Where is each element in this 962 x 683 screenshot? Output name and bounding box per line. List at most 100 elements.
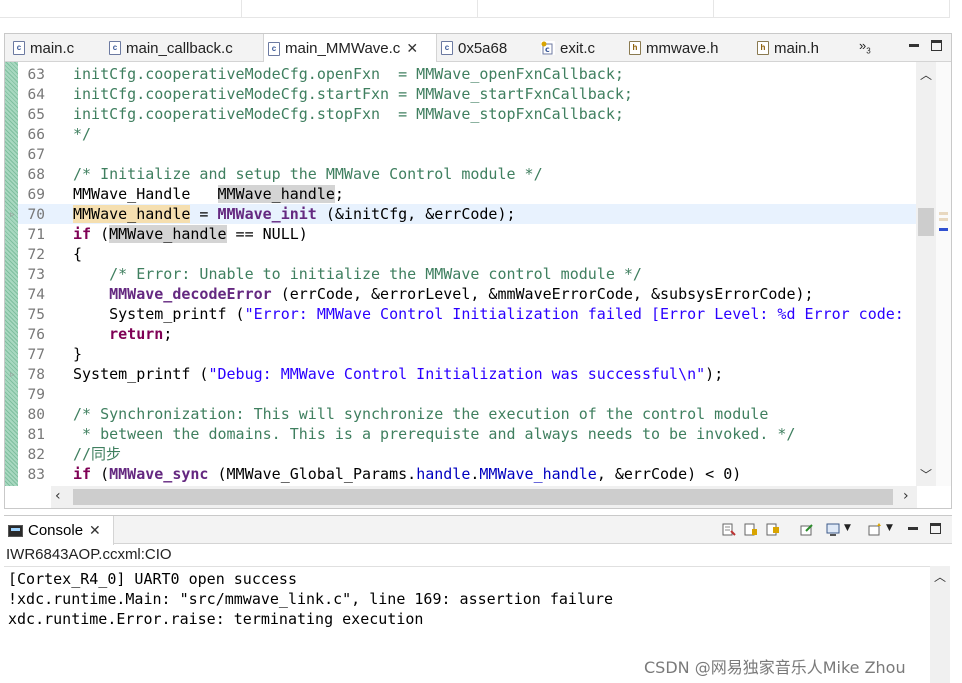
code-line[interactable]: 68 /* Initialize and setup the MMWave Con… <box>18 164 916 184</box>
chevron-down-icon[interactable]: ﹀ <box>920 466 932 483</box>
clear-console-icon[interactable] <box>722 523 736 536</box>
maximize-icon[interactable] <box>930 523 941 534</box>
code-line[interactable]: 63 initCfg.cooperativeModeCfg.openFxn = M… <box>18 64 916 84</box>
code-line[interactable]: 72 { <box>18 244 916 264</box>
tab-exit-c[interactable]: c exit.c <box>537 34 625 62</box>
chevron-up-icon[interactable]: ︿ <box>934 568 946 585</box>
tab-mmwave-h[interactable]: h mmwave.h <box>625 34 753 62</box>
editor-vertical-scrollbar[interactable]: ︿ ﹀ <box>916 62 936 486</box>
chevron-up-icon[interactable]: ︿ <box>920 66 932 83</box>
c-file-icon: c <box>109 41 121 55</box>
annotation-mark[interactable] <box>939 218 948 221</box>
code-line[interactable]: 65 initCfg.cooperativeModeCfg.stopFxn = M… <box>18 104 916 124</box>
tab-main-mmwave-c[interactable]: c main_MMWave.c ✕ <box>263 34 437 63</box>
code-text: initCfg.cooperativeModeCfg.startFxn = MM… <box>73 85 633 103</box>
code-comment: /* Synchronization: This will synchroniz… <box>73 405 769 423</box>
table-cell <box>478 0 714 18</box>
tab-main-h[interactable]: h main.h <box>753 34 849 62</box>
keyword: if <box>73 465 92 483</box>
line-number: 80 <box>27 407 45 423</box>
code-line[interactable]: 64 initCfg.cooperativeModeCfg.startFxn = … <box>18 84 916 104</box>
chevron-right-icon[interactable]: › <box>903 488 909 504</box>
tab-label: mmwave.h <box>646 39 719 57</box>
code-line[interactable]: 76 return; <box>18 324 916 344</box>
chevron-down-icon[interactable]: ▼ <box>886 523 900 536</box>
current-code-line[interactable]: 70 MMWave_handle = MMWave_init (&initCfg,… <box>18 204 916 224</box>
code-text: { <box>73 245 83 263</box>
code-line[interactable]: 81 * between the domains. This is a prer… <box>18 424 916 444</box>
line-number: 63 <box>27 67 45 83</box>
word-wrap-icon[interactable] <box>766 523 780 536</box>
watermark: CSDN @网易独家音乐人Mike Zhou <box>644 658 906 677</box>
code-line[interactable]: 79 <box>18 384 916 404</box>
tab-label: main_MMWave.c <box>285 40 401 57</box>
line-number: 64 <box>27 87 45 103</box>
minimize-icon[interactable] <box>908 527 918 530</box>
code-text: == NULL) <box>226 225 308 243</box>
code-comment: * between the domains. This is a prerequ… <box>73 425 796 443</box>
write-occurrence-highlight: MMWave_handle <box>73 205 191 223</box>
code-line[interactable]: 80 /* Synchronization: This will synchron… <box>18 404 916 424</box>
code-text: ( <box>91 225 110 243</box>
maximize-icon[interactable] <box>931 40 942 51</box>
chevron-down-icon[interactable]: ▼ <box>844 523 858 536</box>
line-number: 83 <box>27 467 45 483</box>
code-line[interactable]: 71 if (MMWave_handle == NULL) <box>18 224 916 244</box>
disassembly-icon: c <box>441 41 453 55</box>
console-line: xdc.runtime.Error.raise: terminating exe… <box>8 610 424 628</box>
tab-label: Console <box>28 522 84 539</box>
code-line[interactable]: 66 */ <box>18 124 916 144</box>
line-number: 82 <box>27 447 45 463</box>
keyword: if <box>73 225 92 243</box>
new-console-icon[interactable] <box>868 523 882 536</box>
code-line[interactable]: 73 /* Error: Unable to initialize the MM… <box>18 264 916 284</box>
code-line[interactable]: 67 <box>18 144 916 164</box>
svg-text:c: c <box>545 45 550 54</box>
pin-console-icon[interactable] <box>800 523 814 536</box>
tab-label: 0x5a68 <box>458 39 508 57</box>
scroll-thumb[interactable] <box>918 208 934 236</box>
line-number: 65 <box>27 107 45 123</box>
minimize-icon[interactable] <box>909 44 919 47</box>
display-console-icon[interactable] <box>826 523 840 536</box>
line-number: 81 <box>27 427 45 443</box>
code-text: = <box>190 205 218 223</box>
annotation-mark[interactable] <box>939 212 948 215</box>
code-line[interactable]: 75 System_printf ("Error: MMWave Control… <box>18 304 916 324</box>
tab-main-c[interactable]: c main.c <box>9 34 105 62</box>
function-name: MMWave_decodeError <box>109 285 272 303</box>
editor-horizontal-scrollbar[interactable]: ‹ › <box>51 486 917 508</box>
close-icon[interactable]: ✕ <box>406 40 418 57</box>
tab-disassembly[interactable]: c 0x5a68 <box>437 34 537 62</box>
tab-main-callback-c[interactable]: c main_callback.c <box>105 34 263 62</box>
console-line: !xdc.runtime.Main: "src/mmwave_link.c", … <box>8 590 614 608</box>
top-table-fragment <box>0 0 962 30</box>
close-icon[interactable]: ✕ <box>89 522 101 539</box>
chevron-left-icon[interactable]: ‹ <box>55 488 61 504</box>
tab-overflow-button[interactable]: »3 <box>859 38 871 56</box>
code-line[interactable]: 83 if (MMWave_sync (MMWave_Global_Params.… <box>18 464 916 484</box>
annotation-mark[interactable] <box>939 228 948 231</box>
console-tabbar: Console ✕ ▼ ▼ <box>4 516 952 545</box>
code-line[interactable]: 77} <box>18 344 916 364</box>
tab-label: exit.c <box>560 39 596 57</box>
code-line[interactable]: 74 MMWave_decodeError (errCode, &errorLe… <box>18 284 916 304</box>
code-text: ( <box>91 465 110 483</box>
code-editor[interactable]: 63 initCfg.cooperativeModeCfg.openFxn = M… <box>5 62 951 486</box>
scroll-lock-icon[interactable] <box>744 523 758 536</box>
overview-ruler[interactable] <box>936 62 951 486</box>
code-line[interactable]: 78 System_printf ("Debug: MMWave Control … <box>18 364 916 384</box>
code-line[interactable]: 69 MMWave_Handle MMWave_handle; <box>18 184 916 204</box>
c-file-icon: c <box>541 41 555 55</box>
table-cell <box>242 0 478 18</box>
tab-console[interactable]: Console ✕ <box>4 516 114 545</box>
code-text: System_printf ( <box>73 365 209 383</box>
code-line[interactable]: 82 //同步 <box>18 444 916 464</box>
console-vertical-scrollbar[interactable]: ︿ <box>930 566 950 683</box>
h-file-icon: h <box>757 41 769 55</box>
change-ruler <box>5 62 18 486</box>
line-number: 68 <box>27 167 45 183</box>
code-comment: //同步 <box>73 445 122 463</box>
scroll-thumb[interactable] <box>73 489 893 505</box>
